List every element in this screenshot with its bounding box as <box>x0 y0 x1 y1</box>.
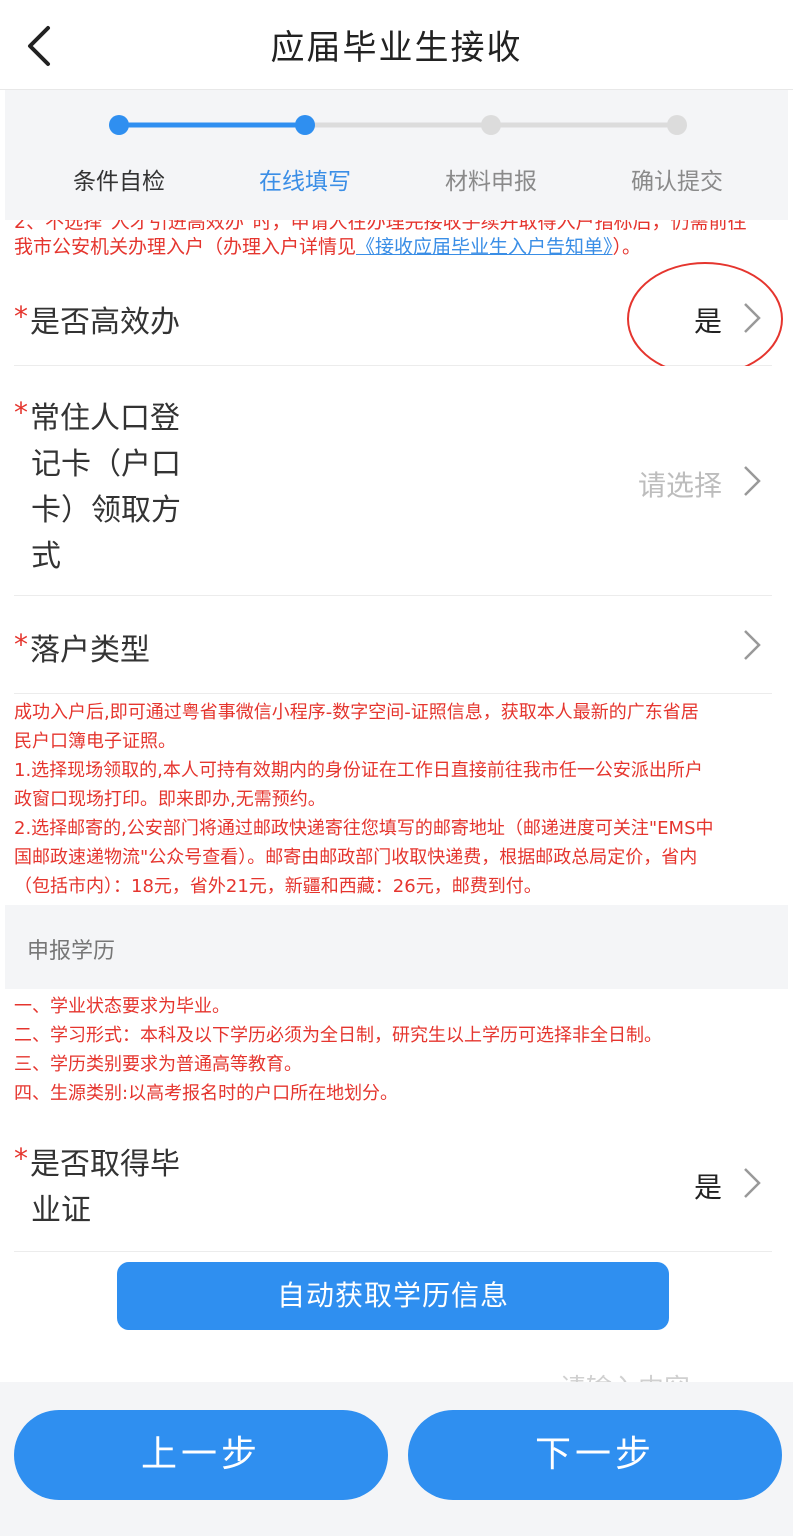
diploma-value: 是 <box>693 1171 722 1204</box>
step-track <box>109 115 687 135</box>
next-step-button[interactable]: 下一步 <box>408 1410 782 1500</box>
notice-link[interactable]: 《接收应届毕业生入户告知单》 <box>356 236 613 258</box>
nav-bar: 应届毕业生接收 <box>0 0 793 90</box>
diploma-row[interactable]: *是否取得毕 业证 是 <box>14 1118 772 1252</box>
step-label-self-check: 条件自检 <box>73 169 165 195</box>
section-title: 申报学历 <box>27 939 116 964</box>
entry-notice-prefix: 我市公安机关办理入户（办理入户详情见 <box>14 236 357 258</box>
chevron-right-icon <box>744 630 761 660</box>
education-rules: 一、学业状态要求为毕业。 二、学习形式：本科及以下学历必须为全日制，研究生以上学… <box>14 996 662 1104</box>
chevron-right-icon <box>744 1168 761 1198</box>
step-dot-1 <box>109 115 129 135</box>
entry-notice-line: 我市公安机关办理入户（办理入户详情见《接收应届毕业生入户告知单》）。 <box>14 234 641 260</box>
entry-notice-cut-line: 2、不选择"人才引进高效办"时，申请人在办理完接收手续并取得入户指标后，仍需前往 <box>14 220 747 233</box>
step-progress: 条件自检 在线填写 材料申报 确认提交 <box>5 90 788 220</box>
entry-notice: 2、不选择"人才引进高效办"时，申请人在办理完接收手续并取得入户指标后，仍需前往… <box>14 220 784 270</box>
efficient-label: *是否高效办 <box>14 300 180 340</box>
entry-notice-suffix: ）。 <box>612 236 642 258</box>
chevron-right-icon <box>744 466 761 496</box>
highlight-circle <box>627 262 783 376</box>
auto-fetch-education-button[interactable]: 自动获取学历信息 <box>117 1262 669 1330</box>
step-dot-2 <box>295 115 315 135</box>
step-label-materials: 材料申报 <box>445 169 537 195</box>
step-dot-4 <box>667 115 687 135</box>
diploma-label: *是否取得毕 业证 <box>14 1142 180 1228</box>
prev-step-button[interactable]: 上一步 <box>14 1410 388 1500</box>
section-header-education: 申报学历 <box>5 905 788 989</box>
card-method-label: *常住人口登 记卡（户口 卡）领取方 式 <box>14 396 181 574</box>
step-label-confirm: 确认提交 <box>631 169 723 195</box>
card-method-row[interactable]: *常住人口登 记卡（户口 卡）领取方 式 请选择 <box>14 366 772 596</box>
page-title: 应届毕业生接收 <box>270 28 523 68</box>
card-method-placeholder: 请选择 <box>637 469 722 502</box>
footer-bar: 上一步 下一步 <box>0 1382 793 1536</box>
settle-type-label: *落户类型 <box>14 628 150 668</box>
step-label-online-fill: 在线填写 <box>259 169 351 195</box>
step-dot-3 <box>481 115 501 135</box>
pickup-info-note: 成功入户后,即可通过粤省事微信小程序-数字空间-证照信息，获取本人最新的广东省居… <box>14 702 714 897</box>
settle-type-row[interactable]: *落户类型 <box>14 596 772 694</box>
